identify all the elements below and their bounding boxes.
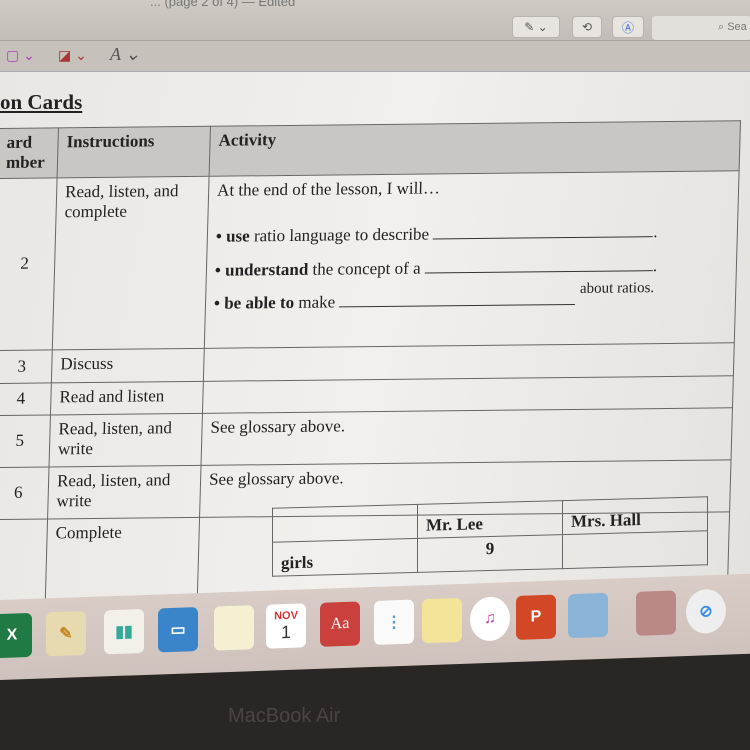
search-icon: ⌕ <box>718 21 728 33</box>
instructions: Read and listen <box>50 381 204 415</box>
col-card-number: ard mber <box>0 127 59 179</box>
card-number: 4 <box>0 382 52 416</box>
instructions: Discuss <box>51 348 205 383</box>
dock-calendar[interactable]: NOV 1 <box>266 603 306 649</box>
activity-intro: At the end of the lesson, I will… <box>216 178 441 200</box>
instructions: Read, listen, and write <box>47 465 202 519</box>
border-color-button[interactable]: ▢ ⌄ <box>6 47 35 64</box>
list-item: understand the concept of a . <box>215 255 729 281</box>
col-activity: Activity <box>209 120 741 177</box>
objectives-list: use ratio language to describe . underst… <box>214 222 729 315</box>
dock-itunes[interactable]: ♫ <box>470 596 510 642</box>
markup-toolbar: ▢ ⌄ ◪ ⌄ A ⌄ <box>0 40 750 72</box>
sub-header: Mr. Lee <box>417 500 563 539</box>
document-page: on Cards ard mber Instructions Activity … <box>0 72 750 620</box>
dock-photos[interactable] <box>636 590 676 636</box>
activity: At the end of the lesson, I will… use ra… <box>204 170 740 349</box>
sub-cell: girls <box>272 538 418 577</box>
list-item: be able to make about ratios. <box>214 280 728 314</box>
rotate-icon: ⟲ <box>581 20 593 34</box>
fill-color-button[interactable]: ◪ ⌄ <box>58 47 87 64</box>
card-number: 5 <box>0 414 51 468</box>
dock-safari[interactable]: ⊘ <box>686 588 726 635</box>
instructions: Read, listen, and write <box>49 413 203 467</box>
dock-notes[interactable] <box>214 605 254 651</box>
sub-header <box>272 504 418 543</box>
sub-cell: 9 <box>417 534 563 573</box>
instructions: Read, listen, and complete <box>52 176 210 350</box>
dock-excel[interactable]: X <box>0 612 32 659</box>
dock-reminders[interactable]: ⋮ <box>374 599 414 645</box>
page-heading: on Cards <box>0 90 83 114</box>
dock-pages[interactable]: ✎ <box>46 610 86 657</box>
markup-button[interactable]: Ⓐ <box>612 16 644 38</box>
list-item: use ratio language to describe . <box>216 222 730 248</box>
card-number: 3 <box>0 349 53 384</box>
table-header: ard mber Instructions Activity <box>0 120 741 179</box>
markup-icon: Ⓐ <box>621 20 634 35</box>
table-row: 2 Read, listen, and complete At the end … <box>0 170 740 351</box>
dock-stickies[interactable] <box>422 597 462 644</box>
title-bar: ... (page 2 of 4) — Edited ✎ ⌄ ⟲ Ⓐ ⌕ Sea <box>0 0 750 40</box>
dock-preview[interactable] <box>568 592 608 639</box>
dock-keynote[interactable]: ▭ <box>158 607 198 653</box>
col-instructions: Instructions <box>57 126 211 178</box>
table-row: 5 Read, listen, and write See glossary abo… <box>0 407 733 468</box>
text-style-button[interactable]: A ⌄ <box>110 44 140 65</box>
activity <box>203 342 735 382</box>
dock-powerpoint[interactable]: P <box>516 594 556 640</box>
laptop-brand: MacBook Air <box>228 705 341 727</box>
pen-tool-button[interactable]: ✎ ⌄ <box>512 16 560 38</box>
rotate-button[interactable]: ⟲ <box>572 16 602 38</box>
pen-icon: ✎ ⌄ <box>524 20 548 34</box>
card-number: 2 <box>0 177 58 351</box>
window-title: ... (page 2 of 4) — Edited <box>150 0 296 9</box>
dock-dictionary[interactable]: Aa <box>320 601 360 647</box>
activity: See glossary above. <box>201 407 733 466</box>
sub-cell <box>562 530 708 569</box>
search-input[interactable]: ⌕ Sea <box>652 16 750 40</box>
ratio-table: Mr. Lee Mrs. Hall girls 9 <box>272 496 708 577</box>
card-number: 6 <box>0 466 50 520</box>
dock-numbers[interactable]: ▮▮ <box>104 608 144 655</box>
sub-header: Mrs. Hall <box>562 496 708 535</box>
